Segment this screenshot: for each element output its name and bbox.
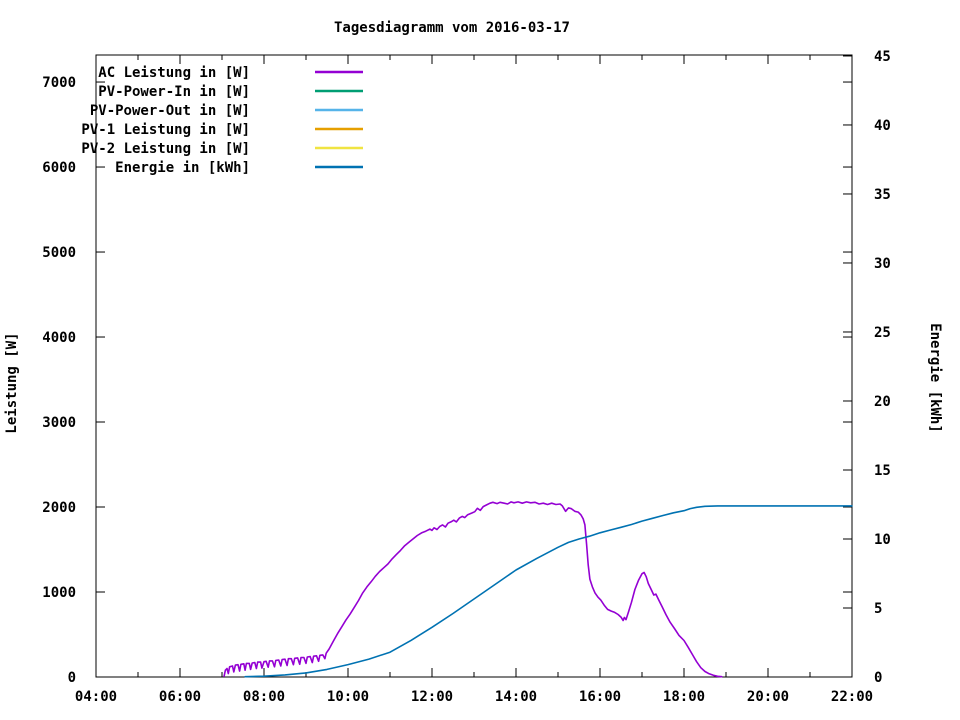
x-tick-label: 08:00 bbox=[243, 689, 285, 705]
y-left-tick-label: 0 bbox=[68, 670, 76, 686]
y2-axis-label: Energie [kWh] bbox=[927, 323, 943, 433]
y-right-tick-label: 40 bbox=[874, 118, 891, 134]
y-right-tick-label: 45 bbox=[874, 49, 891, 65]
legend-label-1: AC Leistung in [W] bbox=[98, 65, 250, 81]
y-left-tick-label: 1000 bbox=[42, 585, 76, 601]
x-tick-label: 10:00 bbox=[327, 689, 369, 705]
chart-page: Tagesdiagramm vom 2016-03-17 04:00 06:00 08… bbox=[0, 0, 960, 720]
x-tick-label: 18:00 bbox=[663, 689, 705, 705]
y-right-tick-label: 0 bbox=[874, 670, 882, 686]
x-tick-label: 20:00 bbox=[747, 689, 789, 705]
legend-label-4: PV-1 Leistung in [W] bbox=[81, 122, 250, 138]
y-right-tick-label: 5 bbox=[874, 601, 882, 617]
chart-title: Tagesdiagramm vom 2016-03-17 bbox=[334, 20, 570, 36]
y-left-tick-label: 7000 bbox=[42, 75, 76, 91]
y-axis-label: Leistung [W] bbox=[4, 332, 20, 433]
y-right-tick-label: 10 bbox=[874, 532, 891, 548]
x-tick-label: 06:00 bbox=[159, 689, 201, 705]
series-line-6 bbox=[244, 505, 853, 678]
y-right-tick-label: 25 bbox=[874, 325, 891, 341]
x-tick-label: 04:00 bbox=[75, 689, 117, 705]
legend-label-3: PV-Power-Out in [W] bbox=[90, 103, 250, 119]
y-left-tick-label: 6000 bbox=[42, 160, 76, 176]
series-line-1 bbox=[223, 501, 723, 678]
y-left-tick-label: 3000 bbox=[42, 415, 76, 431]
y-left-tick-label: 2000 bbox=[42, 500, 76, 516]
x-tick-label: 16:00 bbox=[579, 689, 621, 705]
legend-label-5: PV-2 Leistung in [W] bbox=[81, 141, 250, 157]
chart-svg: Tagesdiagramm vom 2016-03-17 04:00 06:00 08… bbox=[4, 20, 943, 705]
y-right-tick-label: 30 bbox=[874, 256, 891, 272]
x-tick-label: 22:00 bbox=[831, 689, 873, 705]
y-right-tick-label: 35 bbox=[874, 187, 891, 203]
y-right-tick-label: 15 bbox=[874, 463, 891, 479]
legend-label-6: Energie in [kWh] bbox=[115, 160, 250, 176]
x-tick-label: 14:00 bbox=[495, 689, 537, 705]
y-left-tick-label: 4000 bbox=[42, 330, 76, 346]
y-right-tick-label: 20 bbox=[874, 394, 891, 410]
legend-label-2: PV-Power-In in [W] bbox=[98, 84, 250, 100]
x-tick-label: 12:00 bbox=[411, 689, 453, 705]
y-left-tick-label: 5000 bbox=[42, 245, 76, 261]
